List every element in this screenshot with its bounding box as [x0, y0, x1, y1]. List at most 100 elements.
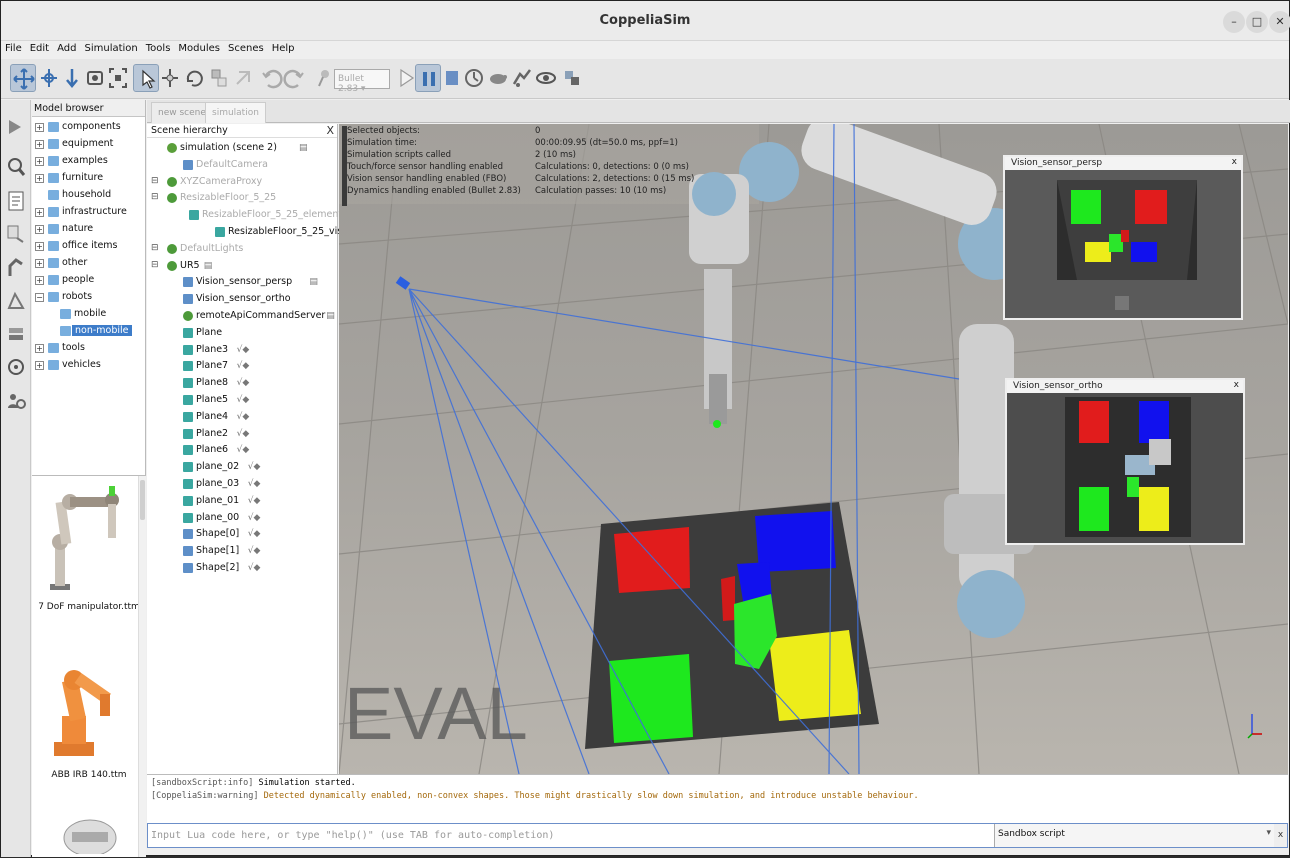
hierarchy-item[interactable]: Plane2 √◆ — [147, 426, 337, 443]
folder-people[interactable]: + people — [32, 272, 146, 289]
script-icon[interactable] — [5, 188, 27, 214]
dynamics-icon[interactable]: √◆ — [237, 361, 250, 371]
redo-icon[interactable] — [282, 64, 308, 92]
hierarchy-item[interactable]: Shape[2] √◆ — [147, 560, 337, 577]
folder-tools[interactable]: + tools — [32, 340, 146, 357]
menu-modules[interactable]: Modules — [174, 41, 224, 54]
video-recorder-icon[interactable] — [5, 354, 27, 380]
vision-sensor-ortho-view[interactable]: Vision_sensor_ortho x — [1005, 378, 1245, 545]
hierarchy-item[interactable]: Plane8 √◆ — [147, 375, 337, 392]
dynamics-icon[interactable]: √◆ — [237, 395, 250, 405]
object-shift-icon[interactable] — [157, 64, 183, 92]
speed-up-icon[interactable] — [509, 64, 535, 92]
hierarchy-item[interactable]: Plane3 √◆ — [147, 342, 337, 359]
minimize-button[interactable]: – — [1223, 11, 1245, 33]
hierarchy-item[interactable]: ⊟ DefaultLights — [147, 241, 337, 258]
collision-icon[interactable] — [5, 288, 27, 314]
folder-components[interactable]: + components — [32, 119, 146, 136]
close-command-bar-button[interactable]: x — [1274, 824, 1287, 847]
hierarchy-item[interactable]: Plane5 √◆ — [147, 392, 337, 409]
thumbnails-scrollbar[interactable] — [138, 476, 146, 857]
hierarchy-item[interactable]: Plane6 √◆ — [147, 442, 337, 459]
dynamics-icon[interactable]: √◆ — [237, 378, 250, 388]
dynamics-icon[interactable]: √◆ — [248, 462, 261, 472]
close-window-button[interactable]: ✕ — [1269, 11, 1290, 33]
folder-mobile[interactable]: mobile — [32, 306, 146, 323]
hierarchy-item[interactable]: Plane — [147, 325, 337, 342]
click-select-icon[interactable] — [133, 64, 159, 92]
menu-simulation[interactable]: Simulation — [80, 41, 141, 54]
hierarchy-item[interactable]: ResizableFloor_5_25_visibleElement — [147, 224, 399, 241]
real-time-icon[interactable] — [461, 64, 487, 92]
menu-scenes[interactable]: Scenes — [224, 41, 268, 54]
camera-pan-icon[interactable] — [10, 64, 36, 92]
hierarchy-item[interactable]: plane_01 √◆ — [147, 493, 337, 510]
physics-engine-select[interactable]: Bullet 2.83 ▾ — [334, 69, 390, 94]
fit-to-view-icon[interactable] — [105, 64, 131, 92]
menu-add[interactable]: Add — [53, 41, 80, 54]
hierarchy-item[interactable]: simulation (scene 2) ▤ — [147, 140, 337, 157]
properties-icon[interactable] — [5, 114, 27, 140]
slow-down-icon[interactable] — [485, 64, 511, 92]
pause-simulation-icon[interactable] — [415, 64, 441, 92]
dynamics-icon[interactable]: √◆ — [248, 529, 261, 539]
hierarchy-item[interactable]: Vision_sensor_ortho — [147, 291, 337, 308]
maximize-button[interactable]: □ — [1246, 11, 1268, 33]
folder-non-mobile[interactable]: non-mobile — [32, 323, 146, 340]
expand-toggle-icon[interactable]: ⊟ — [151, 260, 159, 270]
script-icon[interactable]: ▤ — [299, 143, 308, 153]
3d-viewport[interactable]: EVAL Selected objects: 0 Simulation time… — [339, 124, 1288, 774]
expand-toggle-icon[interactable]: ⊟ — [151, 192, 159, 202]
script-icon[interactable]: ▤ — [204, 261, 213, 271]
user-settings-icon[interactable] — [5, 388, 27, 414]
hierarchy-item[interactable]: ResizableFloor_5_25_element — [147, 207, 342, 224]
hierarchy-item[interactable]: remoteApiCommandServer ▤ — [147, 308, 337, 325]
vision-sensor-persp-view[interactable]: Vision_sensor_persp x — [1003, 155, 1243, 320]
search-icon[interactable] — [5, 154, 27, 180]
hierarchy-item[interactable]: DefaultCamera — [147, 157, 337, 174]
folder-furniture[interactable]: + furniture — [32, 170, 146, 187]
folder-household[interactable]: household — [32, 187, 146, 204]
layers-icon[interactable] — [5, 322, 27, 348]
script-icon[interactable]: ▤ — [326, 311, 335, 321]
folder-vehicles[interactable]: + vehicles — [32, 357, 146, 374]
hierarchy-item[interactable]: ⊟ UR5 ▤ — [147, 258, 337, 275]
hierarchy-item[interactable]: plane_00 √◆ — [147, 510, 337, 527]
menu-edit[interactable]: Edit — [26, 41, 53, 54]
menu-help[interactable]: Help — [268, 41, 299, 54]
hierarchy-item[interactable]: Vision_sensor_persp ▤ — [147, 274, 337, 291]
object-rotate-icon[interactable] — [181, 64, 207, 92]
undo-icon[interactable] — [258, 64, 284, 92]
kinematics-icon[interactable] — [5, 254, 27, 280]
tab-new-scene[interactable]: new scene — [151, 102, 213, 123]
hierarchy-item[interactable]: plane_02 √◆ — [147, 459, 337, 476]
hierarchy-item[interactable]: ⊟ XYZCameraProxy — [147, 174, 337, 191]
hierarchy-item[interactable]: Plane4 √◆ — [147, 409, 337, 426]
dynamics-icon[interactable]: √◆ — [248, 563, 261, 573]
hierarchy-item[interactable]: Shape[1] √◆ — [147, 543, 337, 560]
hierarchy-item[interactable]: ⊟ ResizableFloor_5_25 — [147, 190, 337, 207]
dynamics-icon[interactable]: √◆ — [237, 412, 250, 422]
dynamics-icon[interactable]: √◆ — [237, 429, 250, 439]
dynamics-icon[interactable]: √◆ — [237, 445, 250, 455]
expand-toggle-icon[interactable]: ⊟ — [151, 243, 159, 253]
folder-other[interactable]: + other — [32, 255, 146, 272]
dynamics-icon[interactable]: √◆ — [237, 345, 250, 355]
close-persp-view-button[interactable]: x — [1232, 157, 1237, 167]
dynamics-icon[interactable]: √◆ — [248, 546, 261, 556]
lua-code-input[interactable] — [148, 824, 994, 847]
hierarchy-item[interactable]: Plane7 √◆ — [147, 358, 337, 375]
scene-object-properties-icon[interactable] — [559, 64, 585, 92]
script-selector[interactable]: Sandbox script ▾ — [994, 824, 1276, 847]
dynamics-icon[interactable]: √◆ — [248, 479, 261, 489]
close-hierarchy-button[interactable]: X — [326, 124, 334, 137]
hierarchy-item[interactable]: plane_03 √◆ — [147, 476, 337, 493]
dynamics-icon[interactable]: √◆ — [248, 513, 261, 523]
close-ortho-view-button[interactable]: x — [1234, 380, 1239, 390]
thumbnail-abb-irb-140[interactable] — [44, 646, 134, 766]
dynamics-icon[interactable]: √◆ — [248, 496, 261, 506]
tab-simulation[interactable]: simulation — [205, 102, 266, 123]
folder-nature[interactable]: + nature — [32, 221, 146, 238]
script-icon[interactable]: ▤ — [309, 277, 318, 287]
menu-tools[interactable]: Tools — [142, 41, 175, 54]
